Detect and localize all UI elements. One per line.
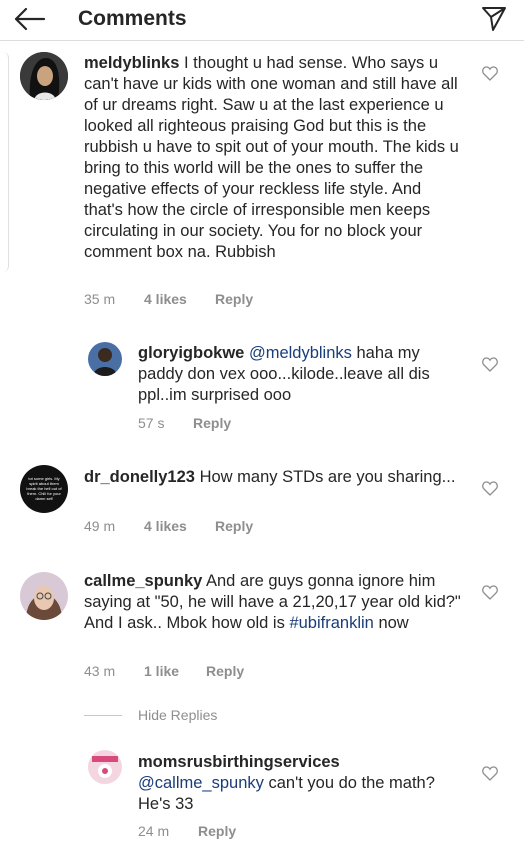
avatar-image [88, 750, 122, 784]
avatar-dr-donelly123[interactable]: tot some girls. My spirit about them bre… [20, 465, 68, 513]
left-edge-divider [0, 52, 9, 272]
comment-time: 43 m [84, 663, 116, 679]
comment-text: callme_spunky And are guys gonna ignore … [84, 571, 464, 634]
comment-likes[interactable]: 4 likes [144, 291, 187, 307]
avatar-caption: tot some girls. My spirit about them bre… [26, 476, 62, 501]
comment-meta: 35 m 4 likes Reply [84, 291, 304, 309]
avatar-gloryigbokwe[interactable] [88, 342, 122, 376]
comment-text: dr_donelly123 How many STDs are you shar… [84, 467, 464, 488]
reply-button[interactable]: Reply [206, 663, 244, 679]
comment-time: 24 m [138, 823, 170, 839]
comment-meta: 57 s Reply [138, 415, 278, 433]
comment-body: How many STDs are you sharing... [199, 468, 456, 486]
hide-replies-button[interactable]: Hide Replies [138, 707, 217, 723]
reply-button[interactable]: Reply [193, 415, 231, 431]
comment-username[interactable]: dr_donelly123 [84, 468, 195, 486]
avatar-image [88, 342, 122, 376]
heart-outline-icon[interactable] [482, 481, 498, 496]
reply-button[interactable]: Reply [215, 518, 253, 534]
mention-link[interactable]: @callme_spunky [138, 774, 264, 792]
comment-username[interactable]: momsrusbirthingservices [138, 753, 340, 771]
reply-button[interactable]: Reply [198, 823, 236, 839]
hashtag-link[interactable]: #ubifranklin [289, 614, 373, 632]
avatar-callme-spunky[interactable] [20, 572, 68, 620]
reply-text: momsrusbirthingservices @callme_spunky c… [138, 752, 468, 815]
avatar-momsrusbirthingservices[interactable] [88, 750, 122, 784]
heart-outline-icon[interactable] [482, 585, 498, 600]
comment-likes[interactable]: 4 likes [144, 518, 187, 534]
comment-time: 35 m [84, 291, 116, 307]
heart-outline-icon[interactable] [482, 66, 498, 81]
comment-body: I thought u had sense. Who says u can't … [84, 54, 459, 261]
reply-text: gloryigbokwe @meldyblinks haha my paddy … [138, 343, 468, 406]
comment-time: 49 m [84, 518, 116, 534]
comment-username[interactable]: meldyblinks [84, 54, 179, 72]
avatar-meldyblinks[interactable] [20, 52, 68, 100]
heart-outline-icon[interactable] [482, 766, 498, 781]
comment-meta: 49 m 4 likes Reply [84, 518, 304, 536]
page-title: Comments [78, 7, 187, 30]
comment-meta: 43 m 1 like Reply [84, 663, 304, 681]
mention-link[interactable]: @meldyblinks [249, 344, 352, 362]
comment-username[interactable]: gloryigbokwe [138, 344, 244, 362]
heart-outline-icon[interactable] [482, 357, 498, 372]
avatar-image [20, 572, 68, 620]
arrow-left-icon[interactable] [12, 5, 46, 33]
comment-text: meldyblinks I thought u had sense. Who s… [84, 53, 464, 263]
avatar-image [20, 52, 68, 100]
paper-plane-icon[interactable] [480, 5, 508, 33]
comment-meta: 24 m Reply [138, 823, 278, 841]
comment-body-end: now [378, 614, 409, 632]
hide-replies-divider [84, 715, 122, 716]
reply-button[interactable]: Reply [215, 291, 253, 307]
comment-likes[interactable]: 1 like [144, 663, 179, 679]
comment-username[interactable]: callme_spunky [84, 572, 202, 590]
comment-time: 57 s [138, 415, 165, 431]
comments-header: Comments [0, 0, 524, 41]
